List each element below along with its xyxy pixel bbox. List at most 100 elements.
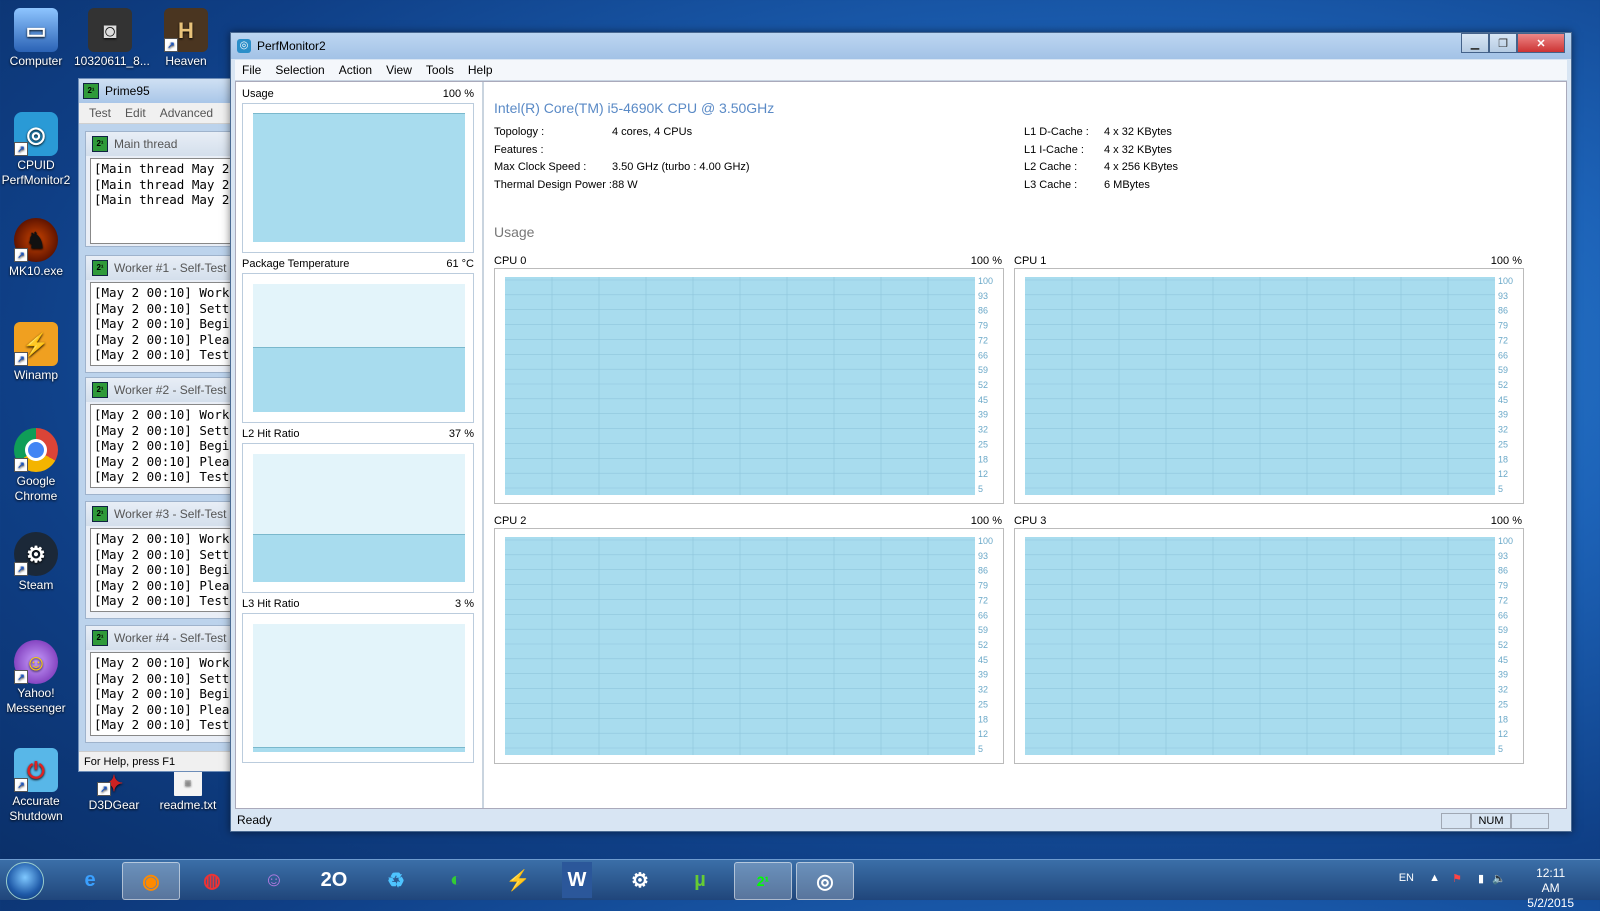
maximize-button[interactable]: ❐ — [1489, 33, 1517, 53]
menu-help[interactable]: Help — [461, 63, 500, 77]
desktop-icon-label: D3DGear — [88, 798, 140, 812]
cpu-3-graph[interactable]: CPU 3 100 % 100 93 86 79 72 66 59 52 45 39 32 25 18 12… — [1014, 514, 1524, 764]
taskbar-utorrent-icon[interactable]: µ — [672, 862, 728, 898]
flag-icon[interactable]: ⚑ — [1452, 872, 1462, 885]
log-line: [May 2 00:10] Setting — [94, 546, 231, 562]
taskbar-steam-icon[interactable]: ⚙ — [612, 862, 668, 898]
worker-4-title: Worker #4 - Self-Test — [114, 631, 227, 645]
cpu-1-graph[interactable]: CPU 1 100 % 100 93 86 79 72 66 59 52 45 39 32 25 18 12… — [1014, 254, 1524, 504]
axis-tick-label: 93 — [1498, 291, 1508, 301]
main-thread-log[interactable]: [Main thread May 2 0 [Main thread May 2 … — [90, 158, 232, 244]
desktop-icon-label: 10320611_8... — [74, 54, 150, 68]
taskbar-prime95-icon[interactable]: 2¹ — [734, 862, 792, 900]
desktop-icon-label: Heaven — [165, 54, 207, 68]
cpu-0-graph[interactable]: CPU 0 100 % 100 93 86 79 72 66 59 52 45 39 32 25 18 12… — [494, 254, 1004, 504]
cpu-graph-value: 100 % — [970, 255, 1002, 267]
menu-tools[interactable]: Tools — [419, 63, 461, 77]
prime95-icon: 2¹ — [92, 260, 108, 276]
axis-tick-label: 86 — [1498, 566, 1508, 576]
side-graph-label: Package Temperature — [242, 258, 350, 270]
axis-tick-label: 45 — [978, 395, 988, 405]
desktop-icon-readme[interactable]: ≡ readme.txt — [152, 770, 224, 813]
taskbar-globe-icon[interactable]: ◐ — [428, 862, 484, 898]
taskbar-word-icon[interactable]: W — [562, 862, 592, 898]
log-line: [May 2 00:10] Beginn — [94, 686, 232, 701]
desktop-icon-heaven[interactable]: H ↗ Heaven — [150, 8, 222, 69]
desktop-icon-label: MK10.exe — [8, 264, 64, 278]
desktop-icon-label: Winamp — [13, 368, 58, 382]
volume-icon[interactable]: 🔈 — [1492, 872, 1506, 885]
clock[interactable]: 12:11 AM 5/2/2015 — [1527, 866, 1574, 911]
menu-view[interactable]: View — [379, 63, 419, 77]
desktop-icon-label: Yahoo! Messenger — [6, 686, 66, 715]
side-graph-package-temperature[interactable]: Package Temperature 61 °C — [242, 257, 474, 427]
desktop-icon-d3dgear[interactable]: ✦ ↗ D3DGear — [78, 770, 150, 813]
tray-expand-icon[interactable]: ▲ — [1429, 872, 1440, 884]
taskbar-firefox-icon[interactable]: ◉ — [122, 862, 180, 900]
worker-3-log[interactable]: [May 2 00:10] Worke [May 2 00:10] Settin… — [90, 528, 232, 612]
cpu-2-graph[interactable]: CPU 2 100 % 100 93 86 79 72 66 59 52 45 39 32 25 18 12… — [494, 514, 1004, 764]
desktop-icon-camera-file[interactable]: ◙ 10320611_8... — [74, 8, 150, 69]
desktop-icon-chrome[interactable]: ↗ Google Chrome — [0, 428, 72, 504]
worker-4-titlebar[interactable]: 2¹ Worker #4 - Self-Test — [86, 626, 236, 650]
taskbar-winamp-icon[interactable]: ⚡ — [490, 862, 546, 898]
menu-action[interactable]: Action — [332, 63, 379, 77]
worker-1-window[interactable]: 2¹ Worker #1 - Self-Test [May 2 00:10] W… — [85, 255, 237, 373]
desktop-icon-accurate-shutdown[interactable]: ⏻ ↗ Accurate Shutdown — [0, 748, 72, 824]
desktop-icon-yahoo[interactable]: ☺ ↗ Yahoo! Messenger — [0, 640, 72, 716]
window-controls: ▁ ❐ ✕ — [1461, 33, 1565, 53]
axis-tick-label: 72 — [1498, 595, 1508, 605]
side-graph-usage[interactable]: Usage 100 % — [242, 87, 474, 257]
axis-tick-label: 100 — [1498, 277, 1513, 286]
worker-4-window[interactable]: 2¹ Worker #4 - Self-Test [May 2 00:10] W… — [85, 625, 237, 743]
perfmonitor-titlebar[interactable]: ◎ PerfMonitor2 ▁ ❐ ✕ — [231, 33, 1571, 59]
menu-file[interactable]: File — [235, 63, 268, 77]
axis-tick-label: 66 — [1498, 350, 1508, 360]
menu-advanced[interactable]: Advanced — [160, 106, 213, 120]
taskbar-ie-icon[interactable]: e — [62, 862, 118, 898]
prime95-statusbar: For Help, press F1 — [79, 751, 237, 771]
main-thread-titlebar[interactable]: 2¹ Main thread — [86, 132, 236, 156]
log-line: [May 2 00:10] Please — [94, 453, 232, 469]
menu-selection[interactable]: Selection — [268, 63, 331, 77]
log-line: [May 2 00:10] Beginn — [94, 438, 232, 453]
close-button[interactable]: ✕ — [1517, 33, 1565, 53]
desktop-icon-mk10[interactable]: ♞ ↗ MK10.exe — [0, 218, 72, 279]
axis-tick-label: 5 — [978, 484, 983, 494]
side-graph-fill — [253, 347, 465, 412]
main-thread-window[interactable]: 2¹ Main thread [Main thread May 2 0 [Mai… — [85, 131, 237, 247]
menu-edit[interactable]: Edit — [125, 106, 146, 120]
side-graph-l2-hit-ratio[interactable]: L2 Hit Ratio 37 % — [242, 427, 474, 597]
minimize-button[interactable]: ▁ — [1461, 33, 1489, 53]
info-key: L2 Cache : — [1024, 161, 1078, 173]
axis-tick-label: 25 — [1498, 699, 1508, 709]
desktop-icon-computer[interactable]: ▭ Computer — [0, 8, 72, 69]
worker-3-titlebar[interactable]: 2¹ Worker #3 - Self-Test — [86, 502, 236, 526]
worker-2-log[interactable]: [May 2 00:10] Worke [May 2 00:10] Settin… — [90, 404, 232, 488]
worker-1-log[interactable]: [May 2 00:10] Worke [May 2 00:10] Settin… — [90, 282, 232, 366]
prime95-titlebar[interactable]: 2¹ Prime95 — [79, 79, 237, 103]
taskbar-yahoo-messenger-icon[interactable]: ☺ — [246, 862, 302, 898]
axis-tick-label: 18 — [1498, 714, 1508, 724]
side-graph-l3-hit-ratio[interactable]: L3 Hit Ratio 3 % — [242, 597, 474, 767]
worker-2-window[interactable]: 2¹ Worker #2 - Self-Test [May 2 00:10] W… — [85, 377, 237, 495]
desktop-icon-perfmonitor[interactable]: ◎ ↗ CPUID PerfMonitor2 — [0, 112, 72, 188]
worker-2-titlebar[interactable]: 2¹ Worker #2 - Self-Test — [86, 378, 236, 402]
taskbar-2o-icon[interactable]: 2O — [306, 862, 362, 898]
worker-1-titlebar[interactable]: 2¹ Worker #1 - Self-Test — [86, 256, 236, 280]
network-icon[interactable]: ▮ — [1478, 872, 1484, 885]
start-button[interactable] — [6, 862, 44, 900]
desktop-icon-steam[interactable]: ⚙ ↗ Steam — [0, 532, 72, 593]
menu-test[interactable]: Test — [89, 106, 111, 120]
perfmonitor-window[interactable]: ◎ PerfMonitor2 ▁ ❐ ✕ File Selection Acti… — [230, 32, 1572, 832]
taskbar-perfmonitor-icon[interactable]: ◎ — [796, 862, 854, 900]
worker-4-log[interactable]: [May 2 00:10] Worke [May 2 00:10] Settin… — [90, 652, 232, 736]
prime95-window[interactable]: 2¹ Prime95 Test Edit Advanced 2¹ Main th… — [78, 78, 238, 772]
language-indicator[interactable]: EN — [1399, 872, 1414, 884]
axis-tick-label: 66 — [978, 610, 988, 620]
worker-3-window[interactable]: 2¹ Worker #3 - Self-Test [May 2 00:10] W… — [85, 501, 237, 619]
taskbar-chrome-icon[interactable]: ◍ — [184, 862, 240, 898]
taskbar-recycle-icon[interactable]: ♻ — [368, 862, 424, 898]
axis-tick-label: 52 — [1498, 640, 1508, 650]
desktop-icon-winamp[interactable]: ⚡ ↗ Winamp — [0, 322, 72, 383]
